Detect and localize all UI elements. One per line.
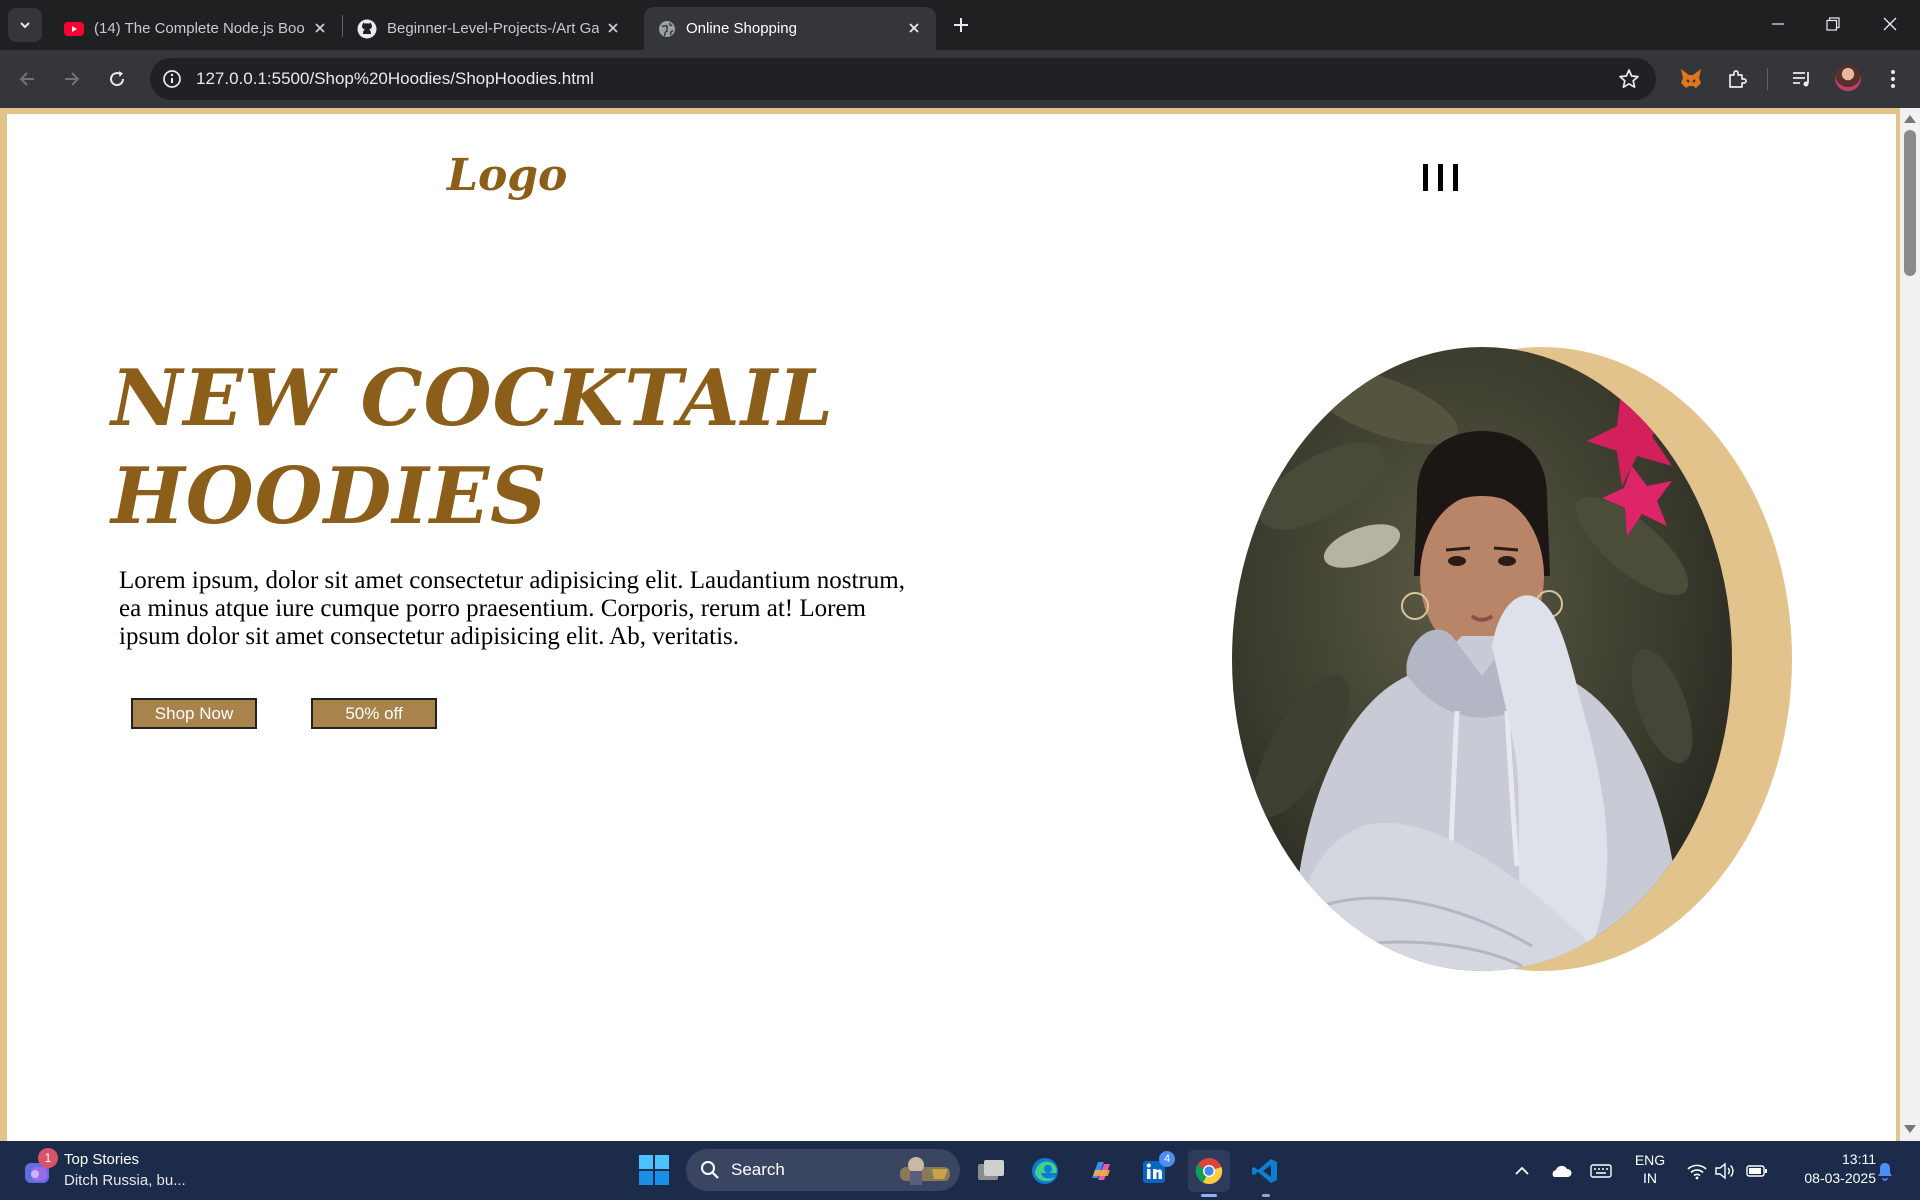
linkedin-badge: 4 bbox=[1159, 1151, 1175, 1167]
keyboard-icon[interactable] bbox=[1590, 1160, 1612, 1182]
linkedin-icon[interactable]: 4 bbox=[1134, 1150, 1176, 1192]
scroll-up-arrow-icon[interactable] bbox=[1904, 115, 1916, 123]
new-tab-button[interactable] bbox=[948, 12, 974, 38]
notification-bell-icon[interactable] bbox=[1874, 1160, 1896, 1182]
browser-tabstrip: (14) The Complete Node.js Boo Beginner-L… bbox=[0, 0, 1920, 50]
battery-icon[interactable] bbox=[1746, 1160, 1768, 1182]
toolbar-separator bbox=[1767, 68, 1768, 90]
search-highlight-icon bbox=[900, 1157, 950, 1185]
chevron-down-icon bbox=[20, 22, 30, 29]
widget-badge: 1 bbox=[38, 1148, 58, 1168]
hero-title: NEW COCKTAIL HOODIES bbox=[111, 350, 1011, 546]
vscode-icon[interactable] bbox=[1244, 1150, 1286, 1192]
arrow-left-icon bbox=[19, 72, 34, 86]
tab-search-button[interactable] bbox=[8, 8, 42, 42]
hero-description: Lorem ipsum, dolor sit amet consectetur … bbox=[119, 567, 905, 650]
tab-title: Online Shopping bbox=[686, 20, 797, 37]
minimize-icon bbox=[1772, 23, 1784, 25]
forward-button[interactable] bbox=[57, 64, 87, 94]
scroll-thumb[interactable] bbox=[1904, 130, 1916, 276]
task-view-icon[interactable] bbox=[970, 1150, 1012, 1192]
copilot-icon[interactable] bbox=[1080, 1150, 1122, 1192]
media-controls-icon[interactable] bbox=[1788, 65, 1816, 93]
hero-model-image bbox=[1232, 347, 1792, 971]
windows-taskbar: 1 Top Stories Ditch Russia, bu... Search… bbox=[0, 1141, 1920, 1200]
discount-button[interactable]: 50% off bbox=[311, 698, 437, 729]
taskbar-search[interactable]: Search bbox=[686, 1149, 960, 1191]
arrow-right-icon bbox=[65, 72, 80, 86]
widget-headline[interactable]: Ditch Russia, bu... bbox=[64, 1172, 186, 1189]
close-window-button[interactable] bbox=[1870, 8, 1910, 40]
globe-icon bbox=[659, 20, 675, 37]
close-icon[interactable] bbox=[312, 20, 328, 36]
tab-github[interactable]: Beginner-Level-Projects-/Art Ga bbox=[343, 7, 635, 50]
page-scrollbar[interactable] bbox=[1900, 108, 1920, 1141]
volume-icon[interactable] bbox=[1714, 1160, 1736, 1182]
chrome-menu-icon[interactable] bbox=[1879, 65, 1907, 93]
chrome-taskbar-icon[interactable] bbox=[1188, 1150, 1230, 1192]
search-label: Search bbox=[731, 1160, 785, 1179]
back-button[interactable] bbox=[12, 64, 42, 94]
close-icon[interactable] bbox=[906, 20, 922, 36]
search-icon bbox=[701, 1161, 719, 1179]
plus-icon bbox=[954, 18, 968, 32]
clock-time: 13:11 bbox=[1842, 1151, 1876, 1167]
tab-title: Beginner-Level-Projects-/Art Ga bbox=[387, 20, 599, 37]
youtube-icon bbox=[64, 21, 84, 36]
scroll-down-arrow-icon[interactable] bbox=[1904, 1125, 1916, 1133]
widget-title[interactable]: Top Stories bbox=[64, 1151, 139, 1168]
metamask-extension-icon[interactable] bbox=[1677, 65, 1705, 93]
language-code: ENG bbox=[1634, 1152, 1666, 1168]
onedrive-icon[interactable] bbox=[1550, 1160, 1572, 1182]
restore-icon bbox=[1826, 17, 1840, 31]
site-info-icon[interactable] bbox=[160, 67, 184, 91]
tab-title: (14) The Complete Node.js Boo bbox=[94, 20, 305, 37]
tab-youtube[interactable]: (14) The Complete Node.js Boo bbox=[50, 7, 342, 50]
tab-online-shopping[interactable]: Online Shopping bbox=[644, 7, 936, 50]
address-bar[interactable]: 127.0.0.1:5500/Shop%20Hoodies/ShopHoodie… bbox=[150, 58, 1656, 100]
bookmark-star-icon[interactable] bbox=[1618, 68, 1640, 90]
browser-toolbar: 127.0.0.1:5500/Shop%20Hoodies/ShopHoodie… bbox=[0, 50, 1920, 108]
windows-start-icon[interactable] bbox=[638, 1154, 670, 1186]
hero-title-line-2: HOODIES bbox=[111, 451, 548, 542]
shop-now-button[interactable]: Shop Now bbox=[131, 698, 257, 729]
system-clock[interactable]: 13:11 08-03-2025 bbox=[1780, 1151, 1876, 1186]
edge-browser-icon[interactable] bbox=[1024, 1150, 1066, 1192]
page-frame: Logo NEW COCKTAIL HOODIES Lorem ipsum, d… bbox=[0, 108, 1920, 1141]
minimize-button[interactable] bbox=[1758, 8, 1798, 40]
wifi-icon[interactable] bbox=[1686, 1160, 1708, 1182]
chrome-active-indicator bbox=[1201, 1194, 1217, 1197]
clock-date: 08-03-2025 bbox=[1804, 1170, 1876, 1186]
github-icon bbox=[357, 19, 377, 38]
chevron-up-icon[interactable] bbox=[1511, 1160, 1533, 1182]
close-icon bbox=[1883, 17, 1897, 31]
language-indicator[interactable]: ENG IN bbox=[1630, 1152, 1670, 1186]
site-logo[interactable]: Logo bbox=[447, 150, 567, 201]
vscode-running-indicator bbox=[1262, 1194, 1270, 1197]
hero-title-line-1: NEW COCKTAIL bbox=[111, 353, 835, 444]
url-text[interactable]: 127.0.0.1:5500/Shop%20Hoodies/ShopHoodie… bbox=[196, 69, 594, 89]
profile-avatar[interactable] bbox=[1835, 65, 1861, 91]
close-icon[interactable] bbox=[605, 20, 621, 36]
web-page: Logo NEW COCKTAIL HOODIES Lorem ipsum, d… bbox=[7, 114, 1896, 1141]
restore-button[interactable] bbox=[1813, 8, 1853, 40]
reload-button[interactable] bbox=[102, 64, 132, 94]
region-code: IN bbox=[1643, 1170, 1657, 1186]
reload-icon bbox=[110, 71, 125, 87]
hamburger-menu-icon[interactable] bbox=[1423, 164, 1458, 191]
extensions-icon[interactable] bbox=[1723, 65, 1751, 93]
